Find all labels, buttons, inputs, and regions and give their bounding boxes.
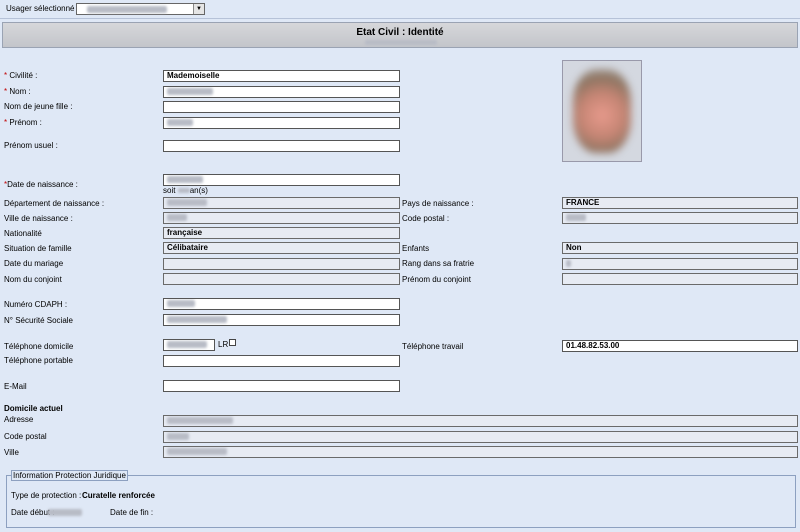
ville-naissance-label: Ville de naissance : <box>4 214 73 223</box>
prenom-field[interactable] <box>163 117 400 129</box>
enfants-label: Enfants <box>402 244 430 253</box>
secu-label: N° Sécurité Sociale <box>4 316 74 325</box>
secu-field[interactable] <box>163 314 400 326</box>
prenom-usuel-field[interactable] <box>163 140 400 152</box>
rang-field[interactable] <box>562 258 798 270</box>
prenom-conjoint-label: Prénom du conjoint <box>402 275 471 284</box>
departement-field[interactable] <box>163 197 400 209</box>
date-mariage-field[interactable] <box>163 258 400 270</box>
user-selector-bar: Usager sélectionné : ▼ <box>0 0 800 19</box>
protection-legend: Information Protection Juridique <box>11 470 128 481</box>
date-mariage-label: Date du mariage <box>4 259 64 268</box>
prenom-conjoint-field[interactable] <box>562 273 798 285</box>
lr-label: LR <box>218 340 229 349</box>
date-naissance-field[interactable] <box>163 174 400 186</box>
page-title: Etat Civil : Identité <box>356 27 444 38</box>
ville-domicile-label: Ville <box>4 448 19 457</box>
age-display: soit an(s) <box>163 186 208 195</box>
ville-domicile-field[interactable] <box>163 446 798 458</box>
departement-label: Département de naissance : <box>4 199 105 208</box>
code-postal-naissance-field[interactable] <box>562 212 798 224</box>
nom-jeune-fille-label: Nom de jeune fille : <box>4 102 73 111</box>
domicile-heading: Domicile actuel <box>4 404 63 413</box>
date-debut-value-redacted <box>48 509 82 516</box>
adresse-label: Adresse <box>4 415 34 424</box>
tel-travail-label: Téléphone travail <box>402 342 464 351</box>
usager-label: Usager sélectionné : <box>6 4 79 13</box>
nom-label: * Nom : <box>4 87 31 96</box>
prenom-label: * Prénom : <box>4 118 42 127</box>
pays-field[interactable]: FRANCE <box>562 197 798 209</box>
tel-portable-label: Téléphone portable <box>4 356 73 365</box>
date-fin-label: Date de fin : <box>110 508 154 517</box>
civilite-field[interactable]: Mademoiselle <box>163 70 400 82</box>
portrait-image <box>573 69 631 153</box>
ville-naissance-field[interactable] <box>163 212 400 224</box>
tel-travail-field[interactable]: 01.48.82.53.00 <box>562 340 798 352</box>
adresse-field[interactable] <box>163 415 798 427</box>
situation-field[interactable]: Célibataire <box>163 242 400 254</box>
nom-conjoint-field[interactable] <box>163 273 400 285</box>
rang-label: Rang dans sa fratrie <box>402 259 475 268</box>
pays-label: Pays de naissance : <box>402 199 474 208</box>
prenom-usuel-label: Prénom usuel : <box>4 141 58 150</box>
tel-portable-field[interactable] <box>163 355 400 367</box>
situation-label: Situation de famille <box>4 244 72 253</box>
subtitle-redacted <box>365 40 437 45</box>
lr-checkbox[interactable] <box>229 339 236 346</box>
section-header: Etat Civil : Identité <box>2 22 798 48</box>
cdaph-label: Numéro CDAPH : <box>4 300 68 309</box>
nationalite-label: Nationalité <box>4 229 42 238</box>
nom-jeune-fille-field[interactable] <box>163 101 400 113</box>
nom-field[interactable] <box>163 86 400 98</box>
nom-conjoint-label: Nom du conjoint <box>4 275 62 284</box>
chevron-down-icon[interactable]: ▼ <box>193 4 204 14</box>
tel-domicile-field[interactable] <box>163 339 215 351</box>
email-label: E-Mail <box>4 382 27 391</box>
code-postal-naissance-label: Code postal : <box>402 214 450 223</box>
code-postal-domicile-label: Code postal <box>4 432 47 441</box>
nationalite-field[interactable]: française <box>163 227 400 239</box>
cdaph-field[interactable] <box>163 298 400 310</box>
tel-domicile-label: Téléphone domicile <box>4 342 74 351</box>
usager-select[interactable]: ▼ <box>76 3 205 15</box>
type-protection-label: Type de protection : <box>11 491 82 500</box>
email-field[interactable] <box>163 380 400 392</box>
enfants-field[interactable]: Non <box>562 242 798 254</box>
civilite-label: * Civilité : <box>4 71 38 80</box>
code-postal-domicile-field[interactable] <box>163 431 798 443</box>
type-protection-value: Curatelle renforcée <box>82 491 155 500</box>
user-photo <box>562 60 642 162</box>
usager-value-redacted <box>87 6 167 14</box>
date-naissance-label: *Date de naissance : <box>4 180 78 189</box>
